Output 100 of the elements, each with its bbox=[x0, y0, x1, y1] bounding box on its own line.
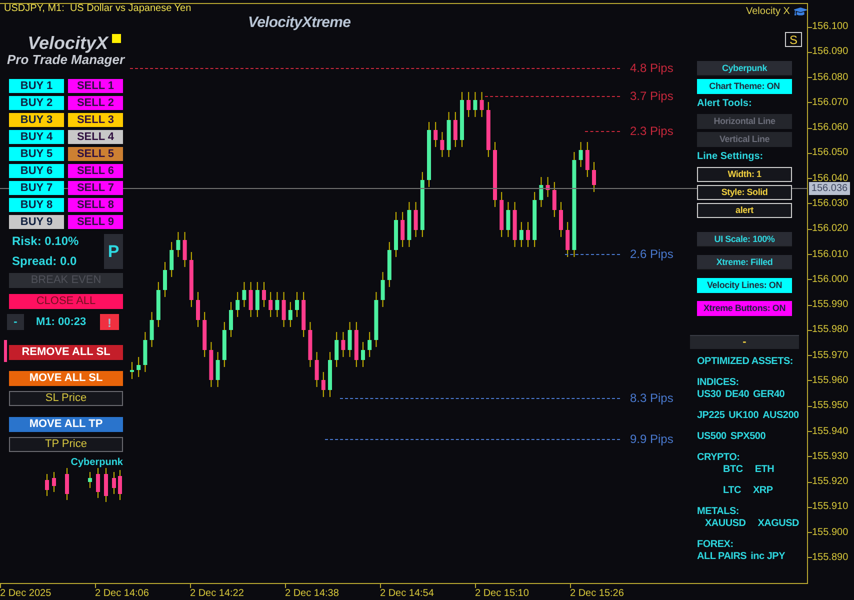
panel-button[interactable]: Velocity Lines: ON bbox=[697, 278, 792, 293]
theme-label: Cyberpunk bbox=[70, 456, 123, 470]
asset-heading: INDICES: bbox=[697, 377, 739, 389]
buy-button[interactable]: BUY 8 bbox=[9, 198, 64, 212]
price-label: 156.080 bbox=[812, 70, 848, 85]
asset-label: GER40 bbox=[753, 389, 785, 401]
sell-button[interactable]: SELL 9 bbox=[68, 215, 123, 229]
price-field[interactable]: SL Price bbox=[9, 391, 123, 406]
asset-label: XAUUSD bbox=[705, 518, 746, 530]
sell-button[interactable]: SELL 1 bbox=[68, 79, 123, 93]
panel-button[interactable]: Cyberpunk bbox=[697, 61, 792, 76]
price-label: 155.950 bbox=[812, 399, 848, 414]
price-label: 155.910 bbox=[812, 500, 848, 514]
action-button[interactable]: REMOVE ALL SL bbox=[9, 345, 123, 360]
pips-label: 9.9 Pips bbox=[630, 432, 674, 446]
asset-label: inc JPY bbox=[750, 551, 785, 563]
buy-button[interactable]: BUY 3 bbox=[9, 113, 64, 127]
time-label: 2 Dec 14:54 bbox=[380, 588, 434, 599]
s-button[interactable]: S bbox=[785, 32, 802, 47]
sell-button[interactable]: SELL 5 bbox=[68, 147, 123, 161]
pips-label: 3.7 Pips bbox=[630, 89, 674, 103]
panel-button[interactable]: Width: 1 bbox=[697, 167, 792, 182]
pips-label: 2.6 Pips bbox=[630, 247, 674, 261]
sell-button[interactable]: SELL 3 bbox=[68, 113, 123, 127]
price-label: 155.970 bbox=[812, 348, 848, 363]
panel-button[interactable]: alert bbox=[697, 203, 792, 218]
buy-button[interactable]: BUY 9 bbox=[9, 215, 64, 229]
pips-label: 8.3 Pips bbox=[630, 391, 674, 405]
asset-heading: OPTIMIZED ASSETS: bbox=[697, 356, 793, 368]
price-label: 156.010 bbox=[812, 248, 848, 262]
asset-label: ETH bbox=[754, 464, 774, 476]
price-label: 156.090 bbox=[812, 45, 848, 60]
asset-label: SPX500 bbox=[730, 431, 766, 443]
time-label: 2 Dec 14:38 bbox=[285, 588, 339, 599]
time-label: 2 Dec 15:10 bbox=[475, 588, 529, 599]
risk-label: Risk: 0.10% bbox=[12, 234, 80, 248]
sell-button[interactable]: SELL 2 bbox=[68, 96, 123, 110]
price-label: 156.100 bbox=[812, 20, 848, 34]
time-label: 2 Dec 14:06 bbox=[95, 588, 149, 599]
asset-heading: CRYPTO: bbox=[697, 452, 740, 464]
chart-title: USDJPY, M1: US Dollar vs Japanese Yen bbox=[4, 3, 192, 15]
sell-button[interactable]: SELL 6 bbox=[68, 164, 123, 178]
pips-label: 4.8 Pips bbox=[630, 61, 674, 75]
buy-button[interactable]: BUY 4 bbox=[9, 130, 64, 144]
price-label: 155.930 bbox=[812, 450, 848, 464]
buy-button[interactable]: BUY 7 bbox=[9, 181, 64, 195]
brand-label: Velocity X bbox=[746, 6, 790, 18]
buy-button[interactable]: BUY 5 bbox=[9, 147, 64, 161]
sell-button[interactable]: SELL 8 bbox=[68, 198, 123, 212]
asset-heading: METALS: bbox=[697, 506, 739, 518]
time-label: 2 Dec 15:26 bbox=[570, 588, 624, 599]
asset-label: XRP bbox=[752, 485, 773, 497]
asset-label: XAGUSD bbox=[758, 518, 800, 530]
price-label: 156.040 bbox=[812, 172, 848, 184]
graduation-cap-icon bbox=[794, 5, 807, 18]
minimize-button[interactable]: - bbox=[7, 314, 24, 330]
asset-label: US30 bbox=[697, 389, 722, 401]
price-label: 155.960 bbox=[812, 374, 848, 388]
collapse-button[interactable]: - bbox=[690, 335, 799, 349]
current-price-tag: 156.036 bbox=[809, 182, 850, 195]
asset-label: LTC bbox=[723, 485, 741, 497]
spread-label: Spread: 0.0 bbox=[12, 254, 78, 268]
price-field[interactable]: TP Price bbox=[9, 437, 123, 452]
price-label: 155.990 bbox=[812, 298, 848, 312]
asset-label: ALL PAIRS bbox=[697, 551, 747, 563]
price-label: 156.030 bbox=[812, 196, 848, 211]
price-label: 155.890 bbox=[812, 550, 848, 565]
buy-button[interactable]: BUY 6 bbox=[9, 164, 64, 178]
pips-label: 2.3 Pips bbox=[630, 124, 674, 138]
buy-button[interactable]: BUY 2 bbox=[9, 96, 64, 110]
panel-button[interactable]: Xtreme: Filled bbox=[697, 255, 792, 270]
price-label: 155.920 bbox=[812, 475, 848, 490]
price-label: 156.070 bbox=[812, 96, 848, 110]
asset-label: DE40 bbox=[725, 389, 750, 401]
panel-button[interactable]: Chart Theme: ON bbox=[697, 79, 792, 94]
sell-button[interactable]: SELL 7 bbox=[68, 181, 123, 195]
sell-button[interactable]: SELL 4 bbox=[68, 130, 123, 144]
price-label: 155.940 bbox=[812, 424, 848, 438]
asset-heading: FOREX: bbox=[697, 539, 734, 551]
price-label: 155.980 bbox=[812, 323, 848, 338]
asset-label: JP225 bbox=[697, 410, 725, 422]
timer-label: M1: 00:23 bbox=[36, 314, 88, 330]
asset-label: BTC bbox=[723, 464, 743, 476]
asset-label: AUS200 bbox=[762, 410, 799, 422]
time-label: 2 Dec 14:22 bbox=[190, 588, 244, 599]
asset-label: UK100 bbox=[728, 410, 759, 422]
p-button[interactable]: P bbox=[104, 234, 123, 269]
logo-title: VelocityX bbox=[28, 33, 108, 53]
panel-button[interactable]: UI Scale: 100% bbox=[697, 232, 792, 247]
price-label: 156.050 bbox=[812, 146, 848, 160]
price-label: 156.020 bbox=[812, 222, 848, 236]
price-label: 156.000 bbox=[812, 272, 848, 287]
square-icon bbox=[112, 34, 121, 43]
section-heading: Alert Tools: bbox=[697, 98, 753, 110]
buy-button[interactable]: BUY 1 bbox=[9, 79, 64, 93]
time-label: 2 Dec 2025 bbox=[0, 588, 52, 599]
panel-button[interactable]: Xtreme Buttons: ON bbox=[697, 301, 792, 316]
panel-button[interactable]: Style: Solid bbox=[697, 185, 792, 200]
action-button[interactable]: MOVE ALL TP bbox=[9, 417, 123, 432]
candle bbox=[4, 340, 7, 362]
